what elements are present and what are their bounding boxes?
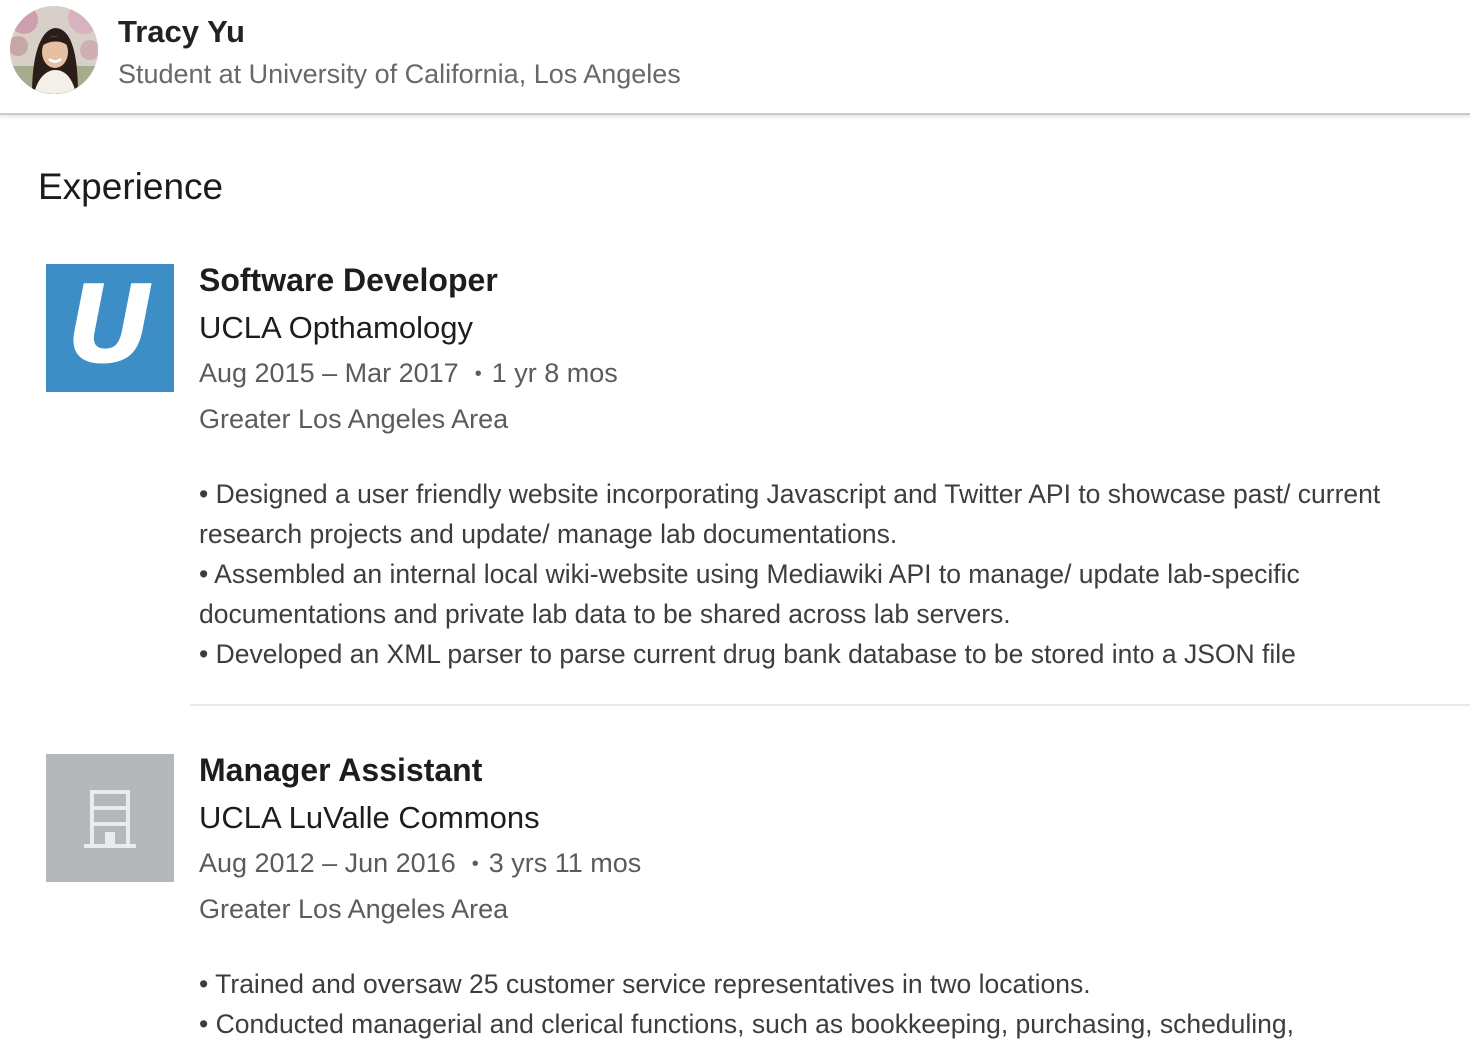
bullet-separator: • <box>471 853 479 875</box>
description-line: • Conducted managerial and clerical func… <box>199 1009 1294 1039</box>
job-title: Software Developer <box>199 262 498 298</box>
description-line: • Designed a user friendly website incor… <box>199 479 1381 549</box>
job-description: • Designed a user friendly website incor… <box>199 474 1461 674</box>
experience-entry: Manager Assistant UCLA LuValle Commons A… <box>0 752 1470 1044</box>
job-description: • Trained and oversaw 25 customer servic… <box>199 964 1461 1044</box>
duration-text: 3 yrs 11 mos <box>488 848 642 878</box>
bullet-separator: • <box>474 363 482 385</box>
building-icon <box>84 790 136 848</box>
job-location: Greater Los Angeles Area <box>199 404 509 434</box>
description-line: • Developed an XML parser to parse curre… <box>199 639 1296 669</box>
company-name[interactable]: UCLA LuValle Commons <box>199 800 540 836</box>
description-line: • Assembled an internal local wiki-websi… <box>199 559 1300 629</box>
date-range: Aug 2012 – Jun 2016 • 3 yrs 11 mos <box>199 848 641 879</box>
avatar-photo-icon <box>10 6 98 94</box>
experience-entry: U Software Developer UCLA Opthamology Au… <box>0 262 1470 706</box>
company-logo-letter: U <box>66 263 154 388</box>
experience-section-title: Experience <box>38 166 224 207</box>
entry-divider <box>190 704 1470 706</box>
job-location: Greater Los Angeles Area <box>199 894 509 924</box>
date-range: Aug 2015 – Mar 2017 • 1 yr 8 mos <box>199 358 618 389</box>
profile-name[interactable]: Tracy Yu <box>118 14 245 50</box>
company-name[interactable]: UCLA Opthamology <box>199 310 473 346</box>
duration-text: 1 yr 8 mos <box>491 358 618 388</box>
profile-avatar[interactable] <box>10 6 98 94</box>
date-range-text: Aug 2015 – Mar 2017 <box>199 358 459 388</box>
job-title: Manager Assistant <box>199 752 483 788</box>
company-logo-placeholder[interactable] <box>46 754 174 882</box>
profile-top-bar: Tracy Yu Student at University of Califo… <box>0 0 1470 115</box>
date-range-text: Aug 2012 – Jun 2016 <box>199 848 456 878</box>
description-line: • Trained and oversaw 25 customer servic… <box>199 969 1091 999</box>
company-logo-ucla[interactable]: U <box>46 264 174 392</box>
profile-headline: Student at University of California, Los… <box>118 59 681 89</box>
